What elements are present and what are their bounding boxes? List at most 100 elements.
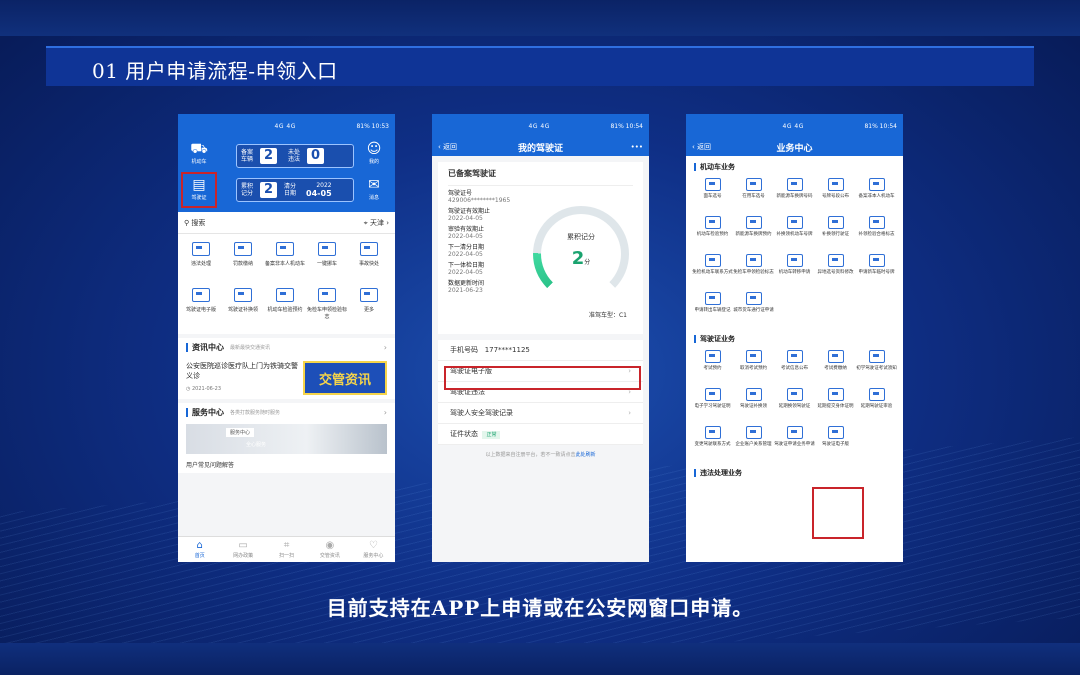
grid-item[interactable]: 申请新车临时号牌	[856, 252, 897, 290]
grid-item[interactable]: 事故快处	[348, 238, 390, 284]
bottom-tab-bar: ⌂ 首页 ▭ 网办政策 ⌗ 扫一扫 ◉ 交管资讯 ♡ 服务中心	[178, 536, 395, 562]
grid-item[interactable]: 异地选号资料修改	[815, 252, 856, 290]
service-icon	[704, 292, 721, 305]
grid-item[interactable]: 补领检验合格标志	[856, 214, 897, 252]
grid-item[interactable]: 驾驶证申请业务申请	[774, 424, 815, 462]
function-grid: 违法处理 罚款缴纳 备案非本人机动车 一键挪车 事故快处驾驶证电子版 驾驶证补换领 机动车检…	[178, 234, 395, 334]
service-icon	[704, 216, 721, 229]
service-image[interactable]: 服务中心 全心服务	[186, 424, 387, 454]
grid-item[interactable]: 新能源车换牌预约	[733, 214, 774, 252]
grid-item[interactable]: 免检机动车联系方式	[692, 252, 733, 290]
grid-item[interactable]: 补换领行驶证	[815, 214, 856, 252]
service-icon	[234, 288, 252, 302]
license-business-grid: 考试预约 取消考试预约 考试信息公布 考试费缴纳 初学驾驶证考试须知 电子学习驾驶证明 驾驶…	[686, 348, 903, 462]
status-bar: 4G 4G 81% 10:53	[274, 122, 389, 130]
tab-item[interactable]: ▭ 网办政策	[221, 537, 264, 562]
tab-icon: ♡	[368, 540, 378, 551]
refresh-link[interactable]: 此处刷新	[576, 452, 596, 458]
search-bar[interactable]: ⚲ 搜索 ⌖ 天津 ›	[178, 212, 395, 234]
service-section: 服务中心 各类打款服务随时服务 › 服务中心 全心服务 用户常见问题解答	[178, 403, 395, 473]
title-bar: 01 用户申请流程-申领入口	[46, 46, 1034, 86]
service-icon	[276, 242, 294, 256]
grid-item[interactable]: 补换领机动车号牌	[774, 214, 815, 252]
chevron-right-icon: ›	[628, 409, 631, 417]
service-icon	[827, 350, 844, 363]
vehicle-count-plate[interactable]: 备案车辆 2 未处违法 0	[236, 144, 354, 168]
grid-item[interactable]: 更多	[348, 284, 390, 330]
grid-item[interactable]: 罚款缴纳	[222, 238, 264, 284]
grid-item[interactable]: 备案非本人机动车	[264, 238, 306, 284]
service-icon	[704, 254, 721, 267]
service-icon	[868, 254, 885, 267]
grid-item[interactable]: 面车选号	[692, 176, 733, 214]
user-icon: ☺	[366, 141, 382, 157]
news-item[interactable]: 公安医院巡诊医疗队上门为铁骑交警义诊 ◷ 2021-06-23 交管资讯	[186, 361, 387, 395]
chevron-right-icon[interactable]: ›	[384, 343, 387, 352]
home-header: 4G 4G 81% 10:53 ⛟ 机动车 ▤ 驾驶证 备案车辆 2 未处违法 …	[178, 114, 395, 212]
tab-item[interactable]: ◉ 交管资讯	[308, 537, 351, 562]
grid-item[interactable]: 电子学习驾驶证明	[692, 386, 733, 424]
grid-item[interactable]: 变更驾驶联系方式	[692, 424, 733, 462]
service-icon	[360, 242, 378, 256]
grid-item[interactable]: 初学驾驶证考试须知	[856, 348, 897, 386]
highlight-box	[181, 172, 217, 208]
grid-item[interactable]: 一键挪车	[306, 238, 348, 284]
highlight-box-license-grid	[812, 487, 864, 539]
service-icon	[827, 178, 844, 191]
message-entry[interactable]: ✉ 消息	[357, 176, 391, 201]
service-icon	[745, 426, 762, 439]
grid-item[interactable]: 号牌号段公布	[815, 176, 856, 214]
grid-item[interactable]: 免检车申领检验标志	[306, 284, 348, 330]
tab-item[interactable]: ⌗ 扫一扫	[265, 537, 308, 562]
slide: 01 用户申请流程-申领入口 4G 4G 81% 10:53 ⛟ 机动车 ▤ 驾…	[0, 0, 1080, 675]
grid-item[interactable]: 免检车申领检验标志	[733, 252, 774, 290]
grid-item[interactable]: 新能源车换牌号码	[774, 176, 815, 214]
grid-item[interactable]: 违法处理	[180, 238, 222, 284]
grid-item[interactable]: 在用车选号	[733, 176, 774, 214]
grid-item[interactable]: 驾驶证补换领	[222, 284, 264, 330]
grid-item[interactable]: 驾驶证补换领	[733, 386, 774, 424]
profile-entry[interactable]: ☺ 我的	[357, 140, 391, 165]
city-selector[interactable]: ⌖ 天津 ›	[364, 218, 389, 228]
service-icon	[318, 242, 336, 256]
tab-item[interactable]: ♡ 服务中心	[352, 537, 395, 562]
grid-item[interactable]: 驾驶证电子版	[180, 284, 222, 330]
service-icon	[827, 426, 844, 439]
tab-icon: ◉	[325, 540, 335, 551]
grid-item[interactable]: 延期换领驾驶证	[774, 386, 815, 424]
clock-icon: ◷	[186, 386, 191, 392]
grid-item[interactable]: 机动车检验预约	[692, 214, 733, 252]
grid-item[interactable]: 备案非本人机动车	[856, 176, 897, 214]
bottom-bar	[0, 643, 1080, 675]
service-icon	[360, 288, 378, 302]
grid-item[interactable]: 驾驶证电子版	[815, 424, 856, 462]
grid-item[interactable]: 取消考试预约	[733, 348, 774, 386]
points-plate[interactable]: 累积记分 2 清分日期 2022 04-05	[236, 178, 354, 202]
grid-item[interactable]: 延期提交身体证明	[815, 386, 856, 424]
list-item[interactable]: 驾驶人安全驾驶记录 ›	[438, 403, 643, 424]
service-icon	[704, 426, 721, 439]
grid-item[interactable]: 机动车转移申请	[774, 252, 815, 290]
mail-icon: ✉	[368, 177, 380, 193]
grid-item[interactable]: 考试费缴纳	[815, 348, 856, 386]
category-vehicle: 机动车业务	[686, 156, 903, 176]
service-icon	[786, 426, 803, 439]
tab-icon: ⌗	[283, 540, 290, 551]
chevron-right-icon[interactable]: ›	[384, 408, 387, 417]
service-icon	[786, 388, 803, 401]
grid-item[interactable]: 申请转出车辆登记	[692, 290, 733, 328]
grid-item[interactable]: 机动车检验预约	[264, 284, 306, 330]
service-icon	[868, 216, 885, 229]
grid-item[interactable]: 延期驾驶证审验	[856, 386, 897, 424]
grid-item[interactable]: 考试预约	[692, 348, 733, 386]
grid-item[interactable]: 企业账户关系管理	[733, 424, 774, 462]
vehicle-entry[interactable]: ⛟ 机动车	[182, 140, 216, 165]
grid-item[interactable]: 考试信息公布	[774, 348, 815, 386]
phone-business-center-screen: 4G 4G 81% 10:54 ‹ 返回 业务中心 机动车业务 面车选号 在用车选…	[686, 114, 903, 562]
grid-item[interactable]: 城市货车通行证申请	[733, 290, 774, 328]
tab-item[interactable]: ⌂ 首页	[178, 537, 221, 562]
service-icon	[192, 288, 210, 302]
highlight-box-license-row	[444, 366, 641, 390]
service-icon	[827, 388, 844, 401]
service-icon	[786, 178, 803, 191]
